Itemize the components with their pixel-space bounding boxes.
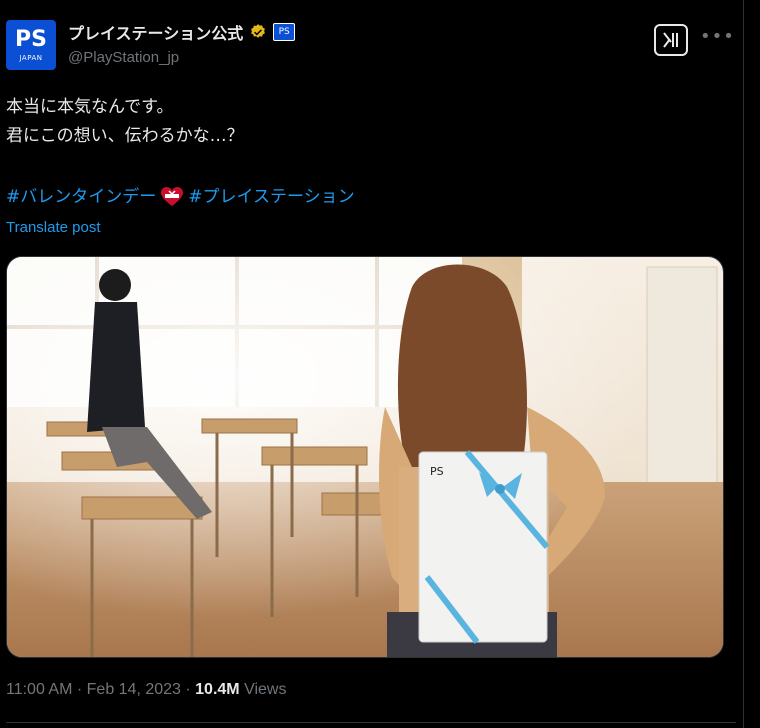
handle[interactable]: @PlayStation_jp: [68, 49, 179, 66]
grok-button[interactable]: [654, 24, 688, 56]
translate-post-link[interactable]: Translate post: [6, 219, 101, 236]
svg-text:PS: PS: [430, 465, 444, 478]
hashtag-playstation[interactable]: #プレイステーション: [188, 184, 354, 210]
verified-badge-icon[interactable]: [249, 23, 267, 41]
avatar-japan-text: JAPAN: [19, 53, 43, 62]
heart-gift-emoji: [161, 187, 184, 206]
post-header: PS JAPAN プレイステーション公式 PS @PlayStation_jp …: [6, 20, 736, 76]
classroom-photo: PS: [7, 257, 723, 657]
grok-icon: [663, 32, 678, 48]
meta-separator: ·: [180, 681, 196, 698]
post-date[interactable]: Feb 14, 2023: [87, 681, 181, 698]
post-time[interactable]: 11:00 AM: [6, 681, 72, 698]
views-label: Views: [239, 681, 287, 698]
post-meta: 11:00 AM · Feb 14, 2023 · 10.4M Views: [6, 681, 286, 699]
hashtags: #バレンタインデー #プレイステーション: [6, 184, 355, 210]
divider: [6, 722, 736, 723]
timeline-border: [743, 0, 744, 728]
avatar-brand-text: PS: [15, 26, 47, 52]
post-text: 本当に本気なんです。 君にこの想い、伝わるかな…？: [6, 93, 244, 151]
views-count[interactable]: 10.4M: [195, 681, 239, 698]
post-text-line-2: 君にこの想い、伝わるかな…？: [6, 126, 244, 146]
avatar[interactable]: PS JAPAN: [6, 20, 56, 70]
meta-separator: ·: [72, 681, 87, 698]
post-text-line-1: 本当に本気なんです。: [6, 97, 174, 117]
affiliate-badge[interactable]: PS: [273, 23, 296, 41]
hashtag-valentines[interactable]: #バレンタインデー: [6, 184, 156, 210]
display-name[interactable]: プレイステーション公式: [68, 20, 243, 44]
name-row: プレイステーション公式 PS: [68, 20, 296, 44]
more-icon[interactable]: •••: [700, 26, 734, 50]
post-image[interactable]: PS: [6, 256, 724, 658]
